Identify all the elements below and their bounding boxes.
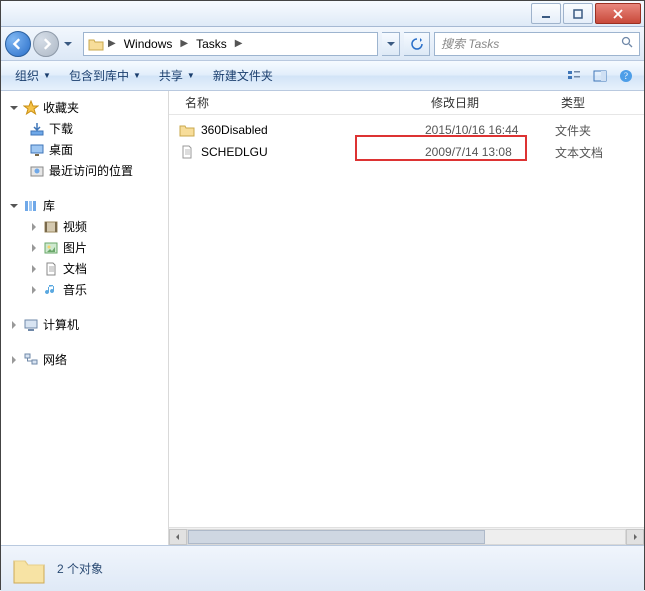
search-icon (621, 36, 633, 51)
sidebar-item-videos[interactable]: 视频 (5, 216, 168, 237)
star-icon (23, 100, 39, 116)
svg-text:?: ? (624, 71, 628, 81)
file-list[interactable]: 360Disabled 2015/10/16 16:44 文件夹 SCHEDLG… (169, 115, 644, 527)
horizontal-scrollbar[interactable] (169, 527, 644, 545)
expand-icon[interactable] (29, 243, 39, 253)
sidebar-item-desktop[interactable]: 桌面 (5, 139, 168, 160)
folder-icon (179, 122, 195, 138)
list-item[interactable]: 360Disabled 2015/10/16 16:44 文件夹 (169, 119, 644, 141)
column-type[interactable]: 类型 (555, 94, 644, 111)
details-pane: 2 个对象 (1, 545, 644, 591)
back-button[interactable] (5, 31, 31, 57)
recent-places-icon (29, 163, 45, 179)
preview-pane-button[interactable] (588, 65, 612, 87)
help-button[interactable]: ? (614, 65, 638, 87)
libraries-group[interactable]: 库 (5, 195, 168, 216)
sidebar-item-documents[interactable]: 文档 (5, 258, 168, 279)
desktop-icon (29, 142, 45, 158)
folder-icon (11, 551, 47, 587)
network-icon (23, 352, 39, 368)
address-dropdown-button[interactable] (382, 32, 400, 56)
favorites-group[interactable]: 收藏夹 (5, 97, 168, 118)
sidebar-item-pictures[interactable]: 图片 (5, 237, 168, 258)
address-bar-row: ▶ Windows ▶ Tasks ▶ 搜索 Tasks (1, 27, 644, 61)
minimize-button[interactable] (531, 3, 561, 24)
search-placeholder: 搜索 Tasks (441, 35, 499, 52)
include-in-library-button[interactable]: 包含到库中▼ (61, 64, 149, 87)
downloads-icon (29, 121, 45, 137)
scroll-track[interactable] (187, 529, 626, 545)
column-name[interactable]: 名称 (179, 94, 425, 111)
scroll-left-button[interactable] (169, 529, 187, 545)
folder-icon (88, 36, 104, 52)
breadcrumb-seg[interactable]: Tasks (192, 37, 231, 51)
scroll-right-button[interactable] (626, 529, 644, 545)
libraries-icon (23, 198, 39, 214)
documents-icon (43, 261, 59, 277)
navigation-pane[interactable]: 收藏夹 下载 桌面 最近访问的位置 库 (1, 91, 169, 545)
share-button[interactable]: 共享▼ (151, 64, 203, 87)
expand-icon[interactable] (29, 285, 39, 295)
text-file-icon (179, 144, 195, 160)
collapse-icon[interactable] (9, 201, 19, 211)
breadcrumb-seg[interactable]: Windows (120, 37, 177, 51)
list-item[interactable]: SCHEDLGU 2009/7/14 13:08 文本文档 (169, 141, 644, 163)
expand-icon[interactable] (9, 355, 19, 365)
command-toolbar: 组织▼ 包含到库中▼ 共享▼ 新建文件夹 ? (1, 61, 644, 91)
collapse-icon[interactable] (9, 103, 19, 113)
chevron-right-icon[interactable]: ▶ (106, 38, 118, 49)
window-titlebar (1, 1, 644, 27)
network-group[interactable]: 网络 (5, 349, 168, 370)
scroll-thumb[interactable] (188, 530, 485, 544)
status-text: 2 个对象 (57, 560, 103, 577)
maximize-button[interactable] (563, 3, 593, 24)
column-date[interactable]: 修改日期 (425, 94, 555, 111)
computer-group[interactable]: 计算机 (5, 314, 168, 335)
expand-icon[interactable] (29, 222, 39, 232)
history-dropdown-button[interactable] (61, 34, 75, 54)
address-bar[interactable]: ▶ Windows ▶ Tasks ▶ (83, 32, 378, 56)
organize-button[interactable]: 组织▼ (7, 64, 59, 87)
chevron-right-icon[interactable]: ▶ (178, 38, 190, 49)
expand-icon[interactable] (29, 264, 39, 274)
change-view-button[interactable] (562, 65, 586, 87)
music-icon (43, 282, 59, 298)
new-folder-button[interactable]: 新建文件夹 (205, 64, 281, 87)
computer-icon (23, 317, 39, 333)
search-input[interactable]: 搜索 Tasks (434, 32, 640, 56)
forward-button[interactable] (33, 31, 59, 57)
close-button[interactable] (595, 3, 641, 24)
sidebar-item-downloads[interactable]: 下载 (5, 118, 168, 139)
video-icon (43, 219, 59, 235)
column-headers: 名称 修改日期 类型 (169, 91, 644, 115)
expand-icon[interactable] (9, 320, 19, 330)
sidebar-item-recent[interactable]: 最近访问的位置 (5, 160, 168, 181)
file-list-pane: 名称 修改日期 类型 360Disabled 2015/10/16 16:44 … (169, 91, 644, 545)
pictures-icon (43, 240, 59, 256)
chevron-right-icon[interactable]: ▶ (233, 38, 245, 49)
sidebar-item-music[interactable]: 音乐 (5, 279, 168, 300)
refresh-button[interactable] (404, 32, 430, 56)
